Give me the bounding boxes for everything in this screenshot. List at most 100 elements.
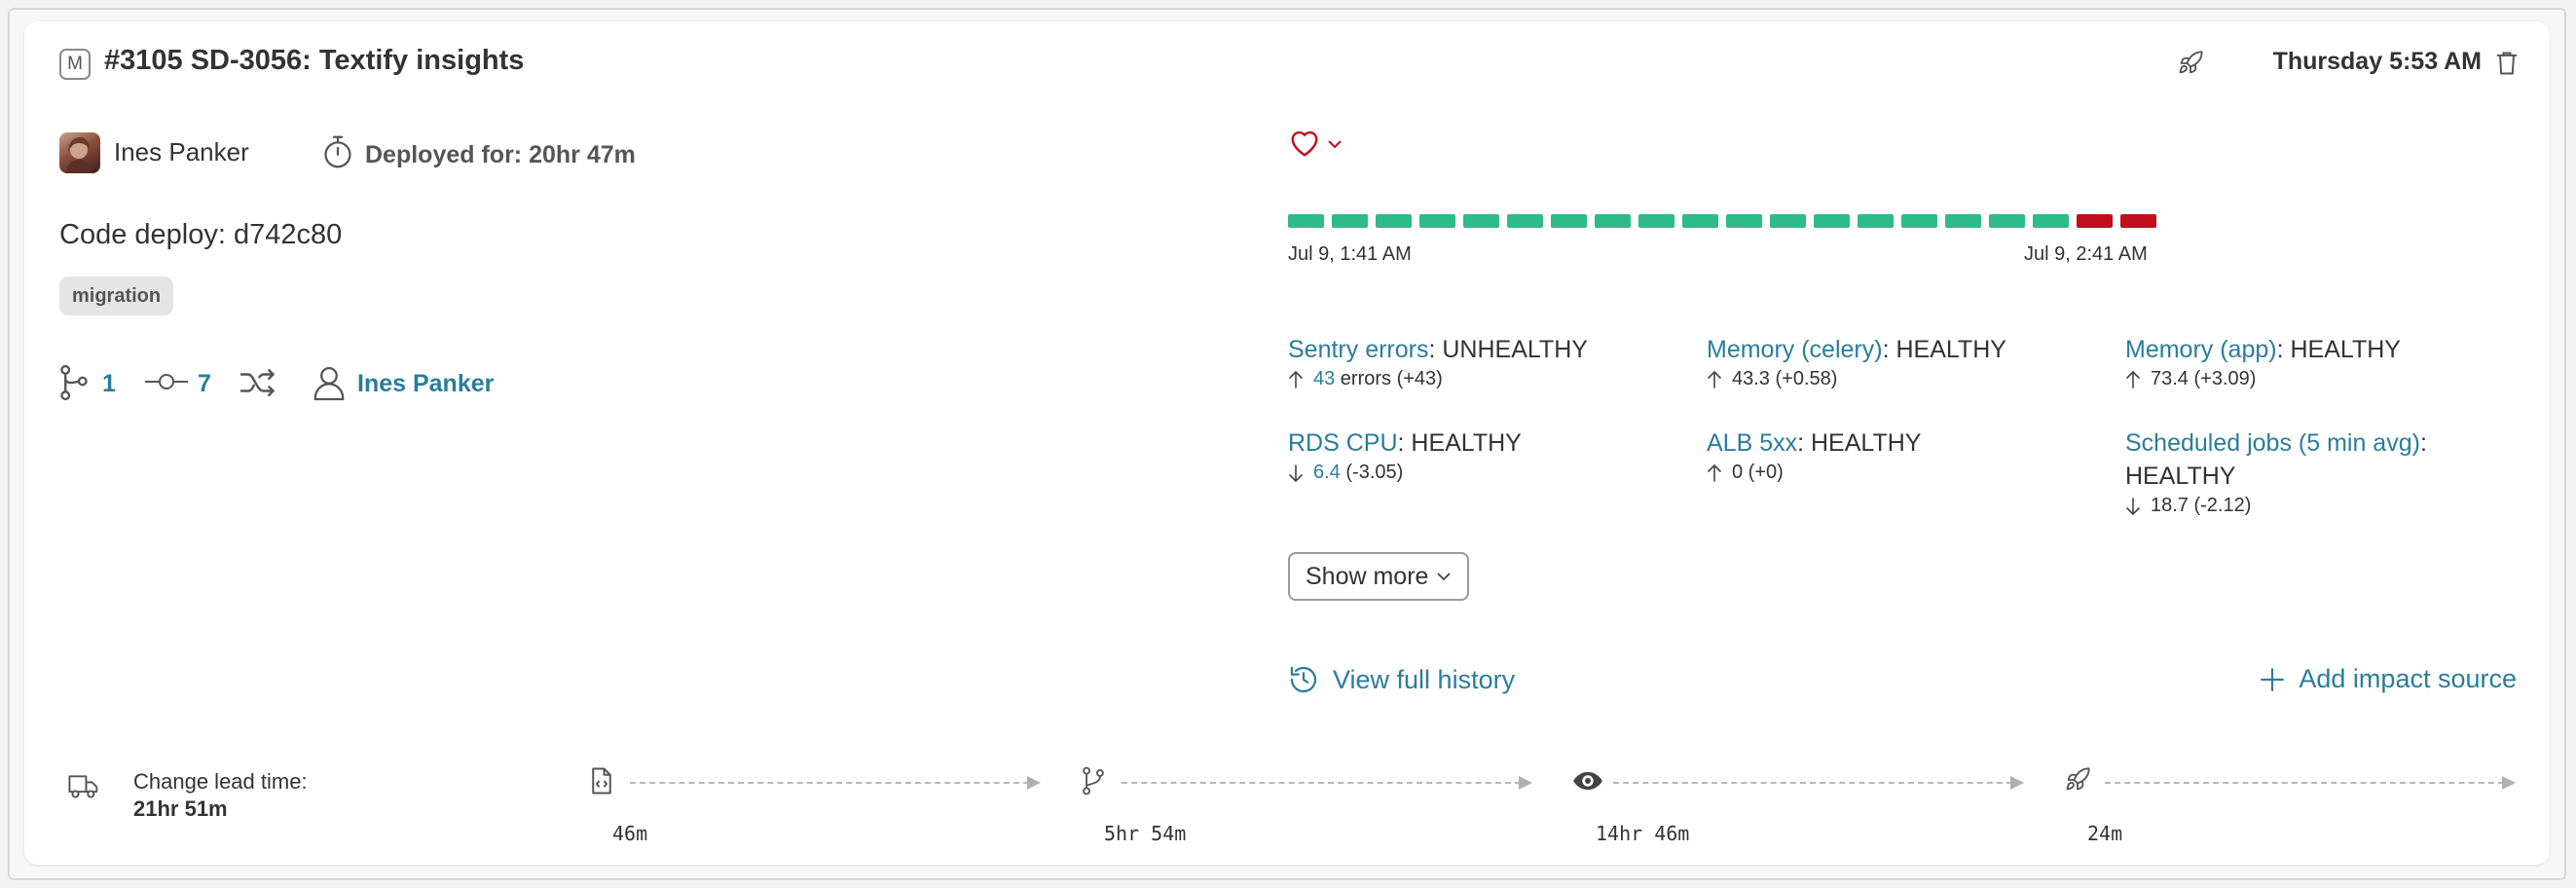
metric-delta: errors (+43): [1335, 368, 1443, 389]
metric-delta: (-3.05): [1340, 462, 1404, 483]
lead-step-connector: [630, 782, 1029, 784]
arrow-up-icon: [1707, 463, 1722, 483]
metric-value-text: 6.4 (-3.05): [1313, 462, 1403, 484]
metric-value-row: 43 errors (+43): [1288, 368, 1687, 390]
metric-title: Memory (app): HEALTHY: [2125, 333, 2534, 366]
plus-icon: [2260, 667, 2285, 692]
health-bar-ok[interactable]: [1901, 214, 1937, 228]
metric-item: RDS CPU: HEALTHY 6.4 (-3.05): [1288, 426, 1687, 484]
metric-value-text: 0 (+0): [1732, 462, 1784, 484]
show-more-button[interactable]: Show more: [1288, 552, 1470, 601]
health-bar-ok[interactable]: [1945, 214, 1981, 228]
metric-value-row: 73.4 (+3.09): [2125, 368, 2534, 390]
health-bar-ok[interactable]: [1463, 214, 1499, 228]
metric-status: : UNHEALTHY: [1428, 336, 1588, 363]
eye-icon: [1572, 768, 1603, 794]
metric-value[interactable]: 6.4: [1313, 462, 1341, 483]
timeline-start-label: Jul 9, 1:41 AM: [1288, 243, 1412, 265]
lead-step-connector: [1122, 782, 1521, 784]
metric-value[interactable]: 43: [1313, 368, 1335, 389]
health-bar-ok[interactable]: [1419, 214, 1455, 228]
metric-item: Scheduled jobs (5 min avg): HEALTHY 18.7 (…: [2125, 426, 2534, 517]
metric-name-link[interactable]: Sentry errors: [1288, 336, 1428, 363]
metric-title: Sentry errors: UNHEALTHY: [1288, 333, 1687, 366]
health-bar-ok[interactable]: [1989, 214, 2025, 228]
add-impact-source-link[interactable]: Add impact source: [2260, 664, 2517, 694]
metric-name-link[interactable]: RDS CPU: [1288, 429, 1398, 457]
health-bar-ok[interactable]: [1858, 214, 1894, 228]
arrow-right-icon: [1519, 776, 1532, 790]
metric-value-text: 18.7 (-2.12): [2151, 495, 2251, 517]
health-bar-ok[interactable]: [1376, 214, 1412, 228]
metric-status: : HEALTHY: [1797, 429, 1922, 457]
deploy-title[interactable]: #3105 SD-3056: Textify insights: [104, 45, 524, 77]
metric-name-link[interactable]: Scheduled jobs (5 min avg): [2125, 429, 2420, 457]
trash-icon[interactable]: [2495, 50, 2519, 77]
metric-title: Memory (celery): HEALTHY: [1707, 333, 2106, 366]
metric-value: 0 (+0): [1732, 462, 1784, 483]
branch-icon: [57, 364, 91, 401]
lead-step-duration: 14hr 46m: [1596, 822, 1690, 845]
metric-value: 73.4 (+3.09): [2151, 368, 2257, 389]
deploy-type-badge: M: [59, 49, 91, 80]
view-history-link[interactable]: View full history: [1288, 664, 1515, 695]
tag-badge: migration: [59, 277, 174, 315]
arrow-up-icon: [1288, 370, 1304, 389]
health-bar-ok[interactable]: [1288, 214, 1324, 228]
health-bar-bad[interactable]: [2077, 214, 2113, 228]
metric-item: Sentry errors: UNHEALTHY 43 errors (+43): [1288, 333, 1687, 390]
health-bar-ok[interactable]: [1551, 214, 1587, 228]
metric-title: Scheduled jobs (5 min avg):: [2125, 426, 2534, 460]
arrow-down-icon: [1288, 463, 1304, 483]
arrow-right-icon: [1027, 776, 1041, 790]
health-bar-ok[interactable]: [1814, 214, 1850, 228]
commit-count[interactable]: 7: [198, 370, 211, 398]
metric-status: :: [2419, 429, 2427, 457]
metric-value-text: 73.4 (+3.09): [2151, 368, 2256, 390]
metric-name-link[interactable]: Memory (celery): [1707, 336, 1883, 363]
health-bar-ok[interactable]: [1638, 214, 1674, 228]
health-bar-ok[interactable]: [1770, 214, 1806, 228]
metric-value-text: 43.3 (+0.58): [1732, 368, 1837, 390]
arrow-down-icon: [2125, 497, 2141, 516]
health-bar-ok[interactable]: [1726, 214, 1762, 228]
health-bar-ok[interactable]: [1595, 214, 1631, 228]
heart-icon[interactable]: [1288, 129, 1321, 158]
lead-time-label: Change lead time:: [133, 769, 308, 794]
health-bar-bad[interactable]: [2120, 214, 2156, 228]
lead-time-value: 21hr 51m: [133, 796, 228, 821]
stopwatch-icon: [321, 134, 354, 169]
metric-name-link[interactable]: Memory (app): [2125, 336, 2277, 363]
shuffle-icon[interactable]: [239, 366, 277, 399]
deployer-link[interactable]: Ines Panker: [357, 370, 494, 398]
branch-count[interactable]: 1: [102, 370, 116, 398]
truck-icon: [67, 771, 100, 800]
chevron-down-icon[interactable]: [1327, 138, 1343, 150]
health-bar-ok[interactable]: [2033, 214, 2069, 228]
code-deploy-label: Code deploy: d742c80: [59, 219, 343, 250]
metric-value: 18.7 (-2.12): [2151, 495, 2252, 516]
metric-title: RDS CPU: HEALTHY: [1288, 426, 1687, 460]
metric-item: Memory (app): HEALTHY 73.4 (+3.09): [2125, 333, 2534, 390]
metric-value: 43.3 (+0.58): [1732, 368, 1838, 389]
health-bar-ok[interactable]: [1507, 214, 1543, 228]
view-history-label: View full history: [1333, 664, 1516, 694]
show-more-label: Show more: [1306, 562, 1429, 590]
health-bar-ok[interactable]: [1682, 214, 1718, 228]
health-bar-ok[interactable]: [1332, 214, 1368, 228]
chevron-down-icon: [1436, 571, 1452, 582]
timeline-end-label: Jul 9, 2:41 AM: [2024, 243, 2148, 265]
metric-title: ALB 5xx: HEALTHY: [1707, 426, 2106, 460]
metric-value-row: 43.3 (+0.58): [1707, 368, 2106, 390]
user-icon: [313, 364, 346, 401]
arrow-up-icon: [1707, 370, 1722, 389]
health-timeline: [1288, 214, 2156, 228]
lead-step-duration: 46m: [612, 822, 648, 845]
metric-value-text: 43 errors (+43): [1313, 368, 1443, 390]
lead-step-connector: [1613, 782, 2012, 784]
rocket-icon: [2064, 766, 2091, 794]
metric-status: : HEALTHY: [1882, 336, 2006, 363]
author-name: Ines Panker: [114, 137, 249, 166]
arrow-right-icon: [2502, 776, 2516, 790]
metric-name-link[interactable]: ALB 5xx: [1707, 429, 1797, 457]
